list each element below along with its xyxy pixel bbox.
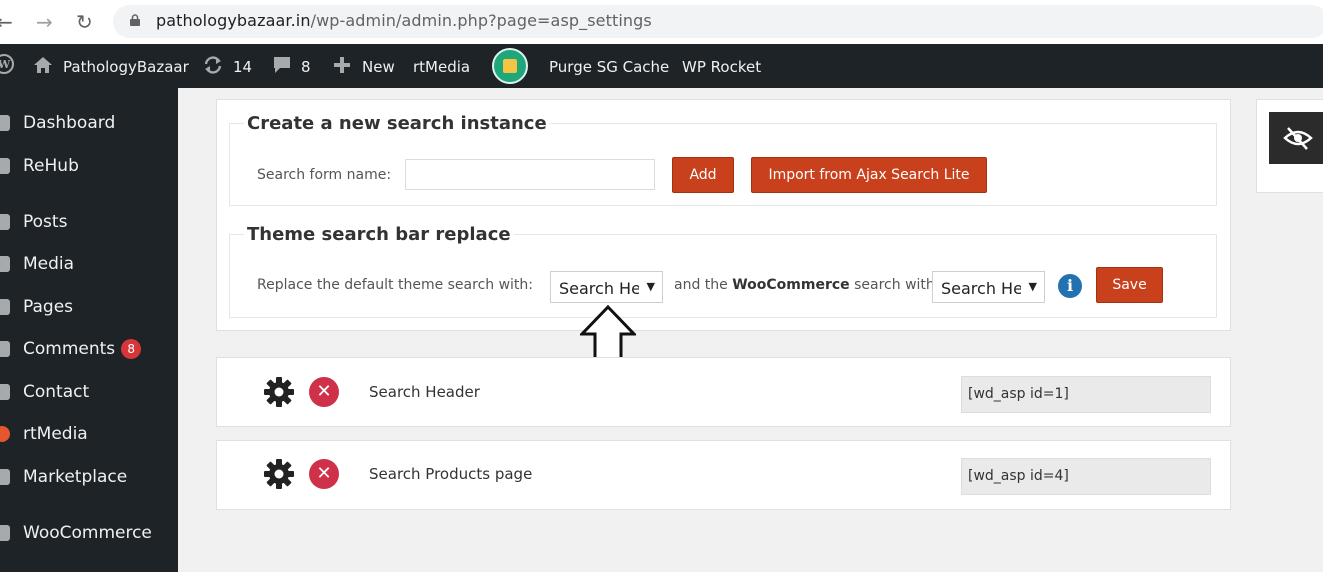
gear-icon[interactable] <box>263 458 295 490</box>
new-link[interactable]: New <box>362 58 395 76</box>
url-text[interactable]: pathologybazaar.in/wp-admin/admin.php?pa… <box>156 11 652 30</box>
comment-icon[interactable] <box>272 55 292 75</box>
gear-icon[interactable] <box>263 376 295 408</box>
theme-replace-title: Theme search bar replace <box>244 224 514 245</box>
woocommerce-icon <box>0 525 10 541</box>
comments-count[interactable]: 8 <box>301 58 311 76</box>
browser-toolbar: ← → ↻ pathologybazaar.in/wp-admin/admin.… <box>0 0 1323 44</box>
rtmedia-link[interactable]: rtMedia <box>413 58 470 76</box>
sidebar-item-woocommerce[interactable]: WooCommerce <box>0 520 178 550</box>
sidebar-item-rehub[interactable]: ReHub <box>0 153 178 183</box>
store-icon <box>0 469 10 485</box>
purge-cache-link[interactable]: Purge SG Cache <box>549 58 669 76</box>
instance-name[interactable]: Search Header <box>369 383 480 401</box>
comments-icon <box>0 341 10 357</box>
theme-search-select[interactable]: Search Header▼ <box>550 271 663 303</box>
site-name-link[interactable]: PathologyBazaar <box>63 58 189 76</box>
admin-bar: W PathologyBazaar 14 8 New rtMedia Purge… <box>0 44 1323 88</box>
media-icon <box>0 256 10 272</box>
search-form-name-input[interactable] <box>405 159 655 190</box>
search-instance-row: ✕ Search Header [wd_asp id=1] <box>216 357 1231 427</box>
sidebar-item-marketplace[interactable]: Marketplace <box>0 464 178 494</box>
back-icon[interactable]: ← <box>0 10 13 34</box>
dropdown-arrow-icon: ▼ <box>1028 280 1037 293</box>
add-button[interactable]: Add <box>672 157 734 193</box>
updates-icon[interactable] <box>202 55 224 75</box>
shortcode-field[interactable]: [wd_asp id=4] <box>961 458 1211 495</box>
pin-icon <box>0 214 10 230</box>
search-form-name-label: Search form name: <box>257 167 392 183</box>
import-ajax-search-lite-button[interactable]: Import from Ajax Search Lite <box>751 157 987 193</box>
up-arrow-annotation-icon <box>580 305 636 364</box>
woocommerce-replace-label: and the WooCommerce search with: <box>674 277 940 293</box>
side-promo-box <box>1256 99 1323 193</box>
plugin-logo <box>1269 112 1323 164</box>
rehub-icon <box>0 158 10 174</box>
pages-icon <box>0 299 10 315</box>
info-icon[interactable]: i <box>1058 274 1082 298</box>
plus-icon[interactable] <box>333 55 351 75</box>
sidebar-item-media[interactable]: Media <box>0 251 178 281</box>
woocommerce-search-select[interactable]: Search Header▼ <box>932 271 1045 303</box>
comments-count-badge: 8 <box>121 339 142 359</box>
shortcode-field[interactable]: [wd_asp id=1] <box>961 376 1211 413</box>
svg-text:W: W <box>0 58 11 71</box>
forward-icon[interactable]: → <box>36 10 53 34</box>
sidebar-item-comments[interactable]: Comments 8 <box>0 336 178 366</box>
dashboard-icon <box>0 115 10 131</box>
home-icon <box>34 57 52 73</box>
wp-rocket-link[interactable]: WP Rocket <box>682 58 761 76</box>
mail-icon <box>0 384 10 400</box>
sidebar-item-posts[interactable]: Posts <box>0 209 178 239</box>
search-instance-row: ✕ Search Products page [wd_asp id=4] <box>216 440 1231 510</box>
sidebar-item-pages[interactable]: Pages <box>0 294 178 324</box>
wordpress-logo-icon[interactable]: W <box>0 54 14 74</box>
delete-icon[interactable]: ✕ <box>309 459 339 489</box>
rtmedia-icon <box>0 426 10 442</box>
instance-name[interactable]: Search Products page <box>369 465 532 483</box>
admin-sidebar: Dashboard ReHub Posts Media Pages Commen… <box>0 88 178 572</box>
create-instance-title: Create a new search instance <box>244 113 550 134</box>
sidebar-item-rtmedia[interactable]: rtMedia <box>0 421 178 451</box>
siteground-badge-icon[interactable] <box>492 48 528 84</box>
sidebar-item-dashboard[interactable]: Dashboard <box>0 110 178 140</box>
dropdown-arrow-icon: ▼ <box>646 280 655 293</box>
replace-theme-label: Replace the default theme search with: <box>257 277 534 293</box>
save-button[interactable]: Save <box>1096 267 1163 303</box>
sidebar-item-contact[interactable]: Contact <box>0 379 178 409</box>
reload-icon[interactable]: ↻ <box>76 10 93 34</box>
eye-icon <box>1283 127 1313 150</box>
updates-count[interactable]: 14 <box>233 58 252 76</box>
lock-icon <box>130 14 140 26</box>
delete-icon[interactable]: ✕ <box>309 377 339 407</box>
